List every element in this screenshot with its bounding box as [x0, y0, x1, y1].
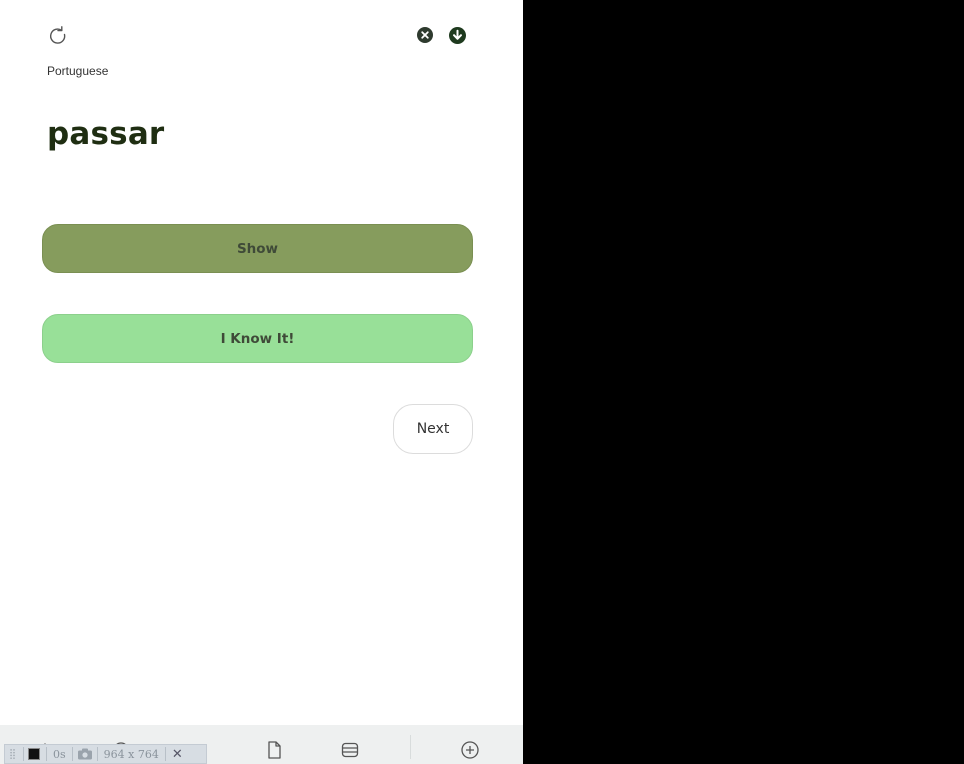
i-know-it-button[interactable]: I Know It!: [42, 314, 473, 363]
flashcard-app: Portuguese passar Show I Know It! Next: [0, 0, 523, 764]
divider: [96, 747, 98, 761]
divider: [164, 747, 166, 761]
screen-recorder-bar: ⣿ 0s 964 x 764 ✕: [4, 744, 207, 764]
divider: [46, 747, 47, 761]
document-icon[interactable]: [263, 739, 285, 761]
capture-size: 964 x 764: [103, 747, 159, 761]
download-circle-icon[interactable]: [448, 26, 466, 44]
divider: [71, 747, 73, 761]
elapsed-time: 0s: [53, 747, 66, 761]
close-icon[interactable]: ✕: [170, 747, 183, 762]
toolbar-divider: [410, 735, 411, 759]
divider: [23, 747, 24, 761]
refresh-icon[interactable]: [46, 24, 70, 48]
i-know-it-button-label: I Know It!: [220, 330, 295, 347]
flashcard-word: passar: [47, 116, 165, 152]
color-swatch[interactable]: [28, 748, 40, 760]
show-button-label: Show: [236, 240, 279, 257]
camera-icon[interactable]: [77, 748, 93, 760]
add-circle-icon[interactable]: [459, 739, 481, 761]
next-button[interactable]: Next: [393, 404, 473, 454]
drag-handle-icon[interactable]: ⣿: [5, 749, 19, 760]
close-circle-icon[interactable]: [416, 26, 434, 44]
show-button[interactable]: Show: [42, 224, 473, 273]
list-icon[interactable]: [339, 739, 361, 761]
language-label: Portuguese: [47, 64, 109, 78]
next-button-label: Next: [416, 421, 450, 437]
